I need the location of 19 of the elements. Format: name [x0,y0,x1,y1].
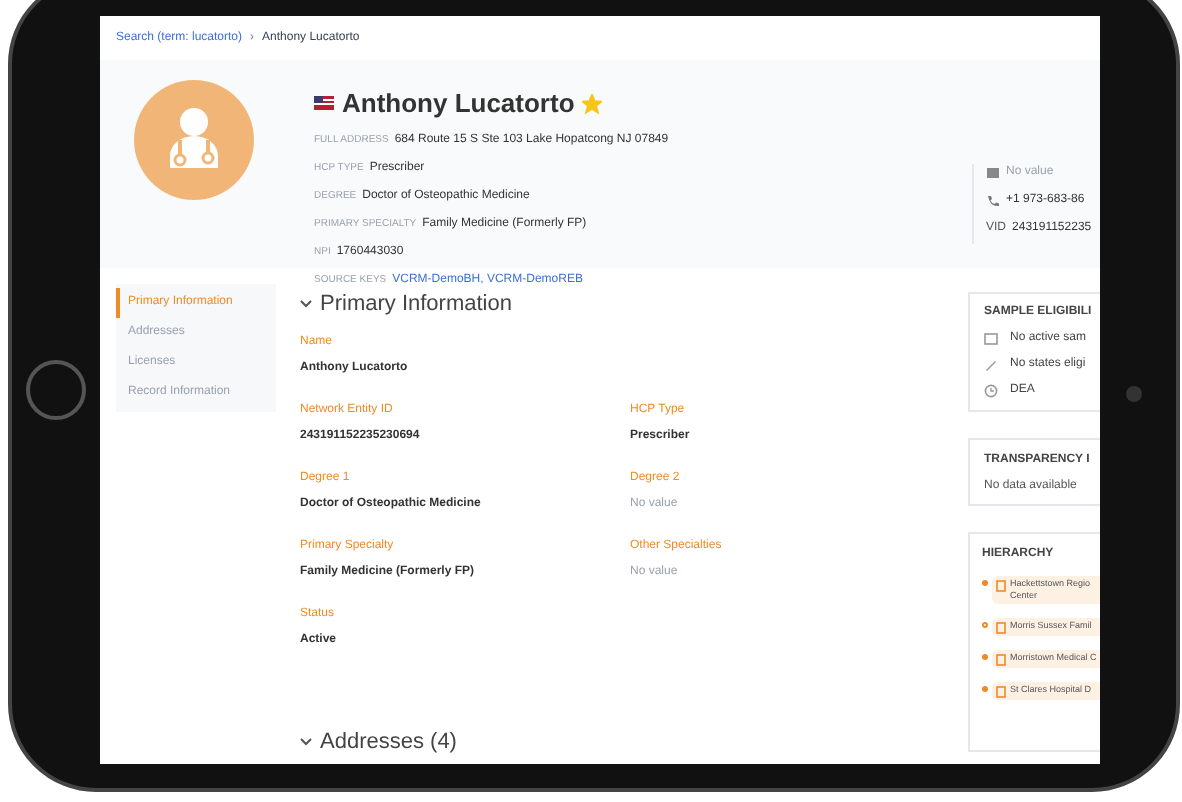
chevron-down-icon[interactable] [300,737,312,746]
star-icon[interactable] [582,93,603,114]
card-icon [984,332,998,346]
doctor-avatar-icon [134,80,254,200]
phone-icon [986,194,1000,208]
home-button[interactable] [26,360,86,420]
building-icon [996,654,1006,666]
section-title: Primary Information [320,290,512,320]
building-icon [996,622,1006,634]
chevron-down-icon[interactable] [300,300,312,309]
us-flag-icon [314,96,334,111]
section-title: Addresses (4) [320,727,457,757]
envelope-icon [986,166,1000,180]
profile-name: Anthony Lucatorto [342,86,575,122]
building-icon [996,686,1006,698]
building-icon [996,580,1006,592]
camera-icon [1126,386,1142,402]
clock-icon [984,384,998,398]
pencil-icon [984,358,998,372]
